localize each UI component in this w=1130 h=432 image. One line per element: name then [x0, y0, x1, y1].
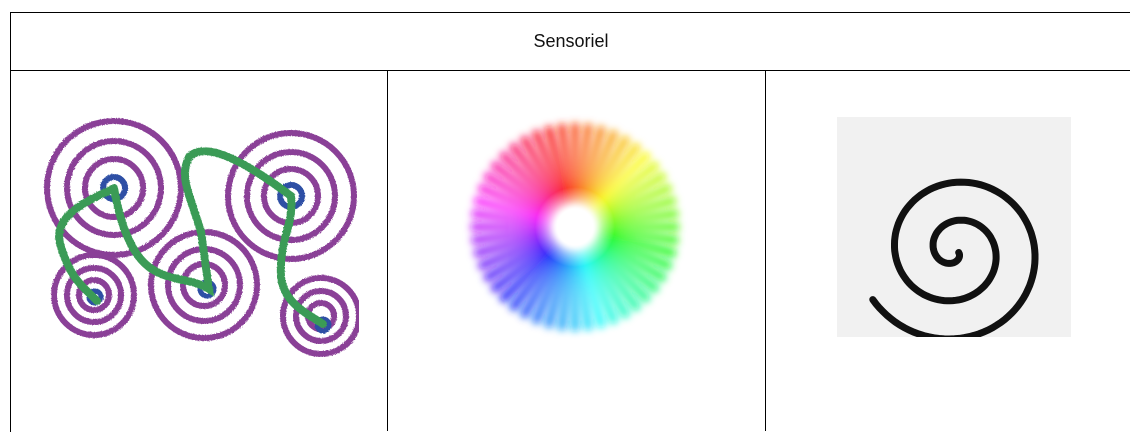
cell-spiral-circles	[11, 71, 388, 431]
black-spiral-icon	[869, 178, 1039, 337]
sensory-table: Sensoriel	[10, 12, 1130, 432]
table-header: Sensoriel	[11, 13, 1130, 71]
cell-black-spiral	[766, 71, 1130, 431]
color-wheel-icon	[471, 123, 679, 331]
spiral-circles-icon	[44, 118, 359, 357]
cell-color-wheel	[388, 71, 766, 431]
